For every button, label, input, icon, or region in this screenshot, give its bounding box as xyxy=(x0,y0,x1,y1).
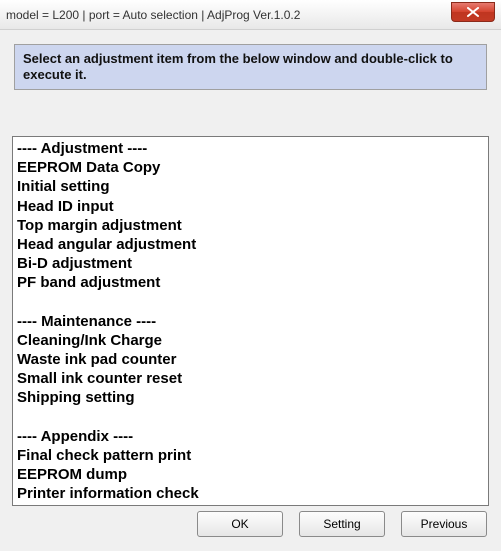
ok-button[interactable]: OK xyxy=(197,511,283,537)
instruction-text: Select an adjustment item from the below… xyxy=(23,51,453,82)
setting-button[interactable]: Setting xyxy=(299,511,385,537)
titlebar: model = L200 | port = Auto selection | A… xyxy=(0,0,501,30)
instruction-panel: Select an adjustment item from the below… xyxy=(14,44,487,90)
list-item[interactable]: Cleaning/Ink Charge xyxy=(17,331,484,350)
list-item[interactable]: Final check pattern print xyxy=(17,446,484,465)
button-row: OK Setting Previous xyxy=(197,511,487,537)
list-item[interactable]: EEPROM Data Copy xyxy=(17,158,484,177)
listbox-wrap: ---- Adjustment ----EEPROM Data CopyInit… xyxy=(12,136,489,506)
list-item[interactable]: Initial setting xyxy=(17,177,484,196)
close-icon xyxy=(467,7,479,17)
list-blank xyxy=(17,293,484,312)
list-item[interactable]: Head angular adjustment xyxy=(17,235,484,254)
list-item[interactable]: ---- Adjustment ---- xyxy=(17,139,484,158)
list-item[interactable]: Paper feed test xyxy=(17,504,484,505)
list-item[interactable]: PF band adjustment xyxy=(17,273,484,292)
list-item[interactable]: Top margin adjustment xyxy=(17,216,484,235)
list-item[interactable]: Small ink counter reset xyxy=(17,369,484,388)
client-area: Select an adjustment item from the below… xyxy=(0,30,501,551)
list-blank xyxy=(17,408,484,427)
window-title: model = L200 | port = Auto selection | A… xyxy=(6,8,300,22)
close-button[interactable] xyxy=(451,2,495,22)
list-item[interactable]: Shipping setting xyxy=(17,388,484,407)
list-item[interactable]: Waste ink pad counter xyxy=(17,350,484,369)
list-item[interactable]: Printer information check xyxy=(17,484,484,503)
list-item[interactable]: Bi-D adjustment xyxy=(17,254,484,273)
previous-button[interactable]: Previous xyxy=(401,511,487,537)
list-item[interactable]: Head ID input xyxy=(17,197,484,216)
list-item[interactable]: ---- Appendix ---- xyxy=(17,427,484,446)
list-item[interactable]: EEPROM dump xyxy=(17,465,484,484)
list-item[interactable]: ---- Maintenance ---- xyxy=(17,312,484,331)
adjustment-listbox[interactable]: ---- Adjustment ----EEPROM Data CopyInit… xyxy=(13,137,488,505)
